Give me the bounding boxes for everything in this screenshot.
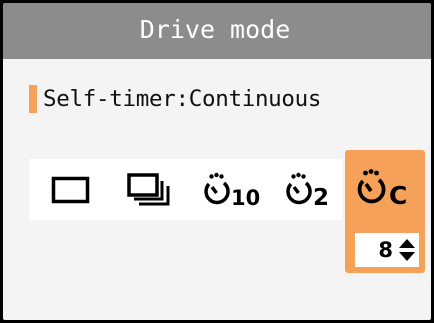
self-timer-10-label: 10: [231, 186, 260, 210]
status-row: Self-timer:Continuous: [29, 83, 321, 115]
mode-self-timer-2[interactable]: 2: [281, 159, 337, 220]
self-timer-continuous-icon: C: [357, 169, 407, 208]
page-title: Drive mode: [139, 14, 291, 44]
self-timer-10-icon: 10: [204, 172, 260, 210]
shot-count-value: 8: [378, 238, 393, 262]
up-down-arrows-icon[interactable]: [398, 238, 416, 262]
mode-self-timer-10[interactable]: 10: [199, 159, 261, 220]
mode-single-shot[interactable]: [46, 159, 96, 220]
title-bar: Drive mode: [3, 3, 431, 59]
selected-mode-icon-wrap: C: [353, 166, 419, 208]
single-frame-icon: [51, 176, 90, 203]
status-marker-icon: [29, 85, 37, 113]
mode-continuous[interactable]: [123, 159, 177, 220]
self-timer-2-icon: 2: [286, 172, 329, 210]
self-timer-2-label: 2: [313, 185, 329, 210]
self-timer-continuous-label: C: [389, 181, 407, 208]
status-text: Self-timer:Continuous: [43, 86, 322, 112]
continuous-frames-icon: [127, 172, 170, 205]
shot-count-stepper[interactable]: 8: [355, 233, 419, 267]
drive-mode-strip: 10 2: [29, 159, 342, 220]
lcd-screen: Drive mode Self-timer:Continuous 10 2 C …: [3, 3, 431, 320]
